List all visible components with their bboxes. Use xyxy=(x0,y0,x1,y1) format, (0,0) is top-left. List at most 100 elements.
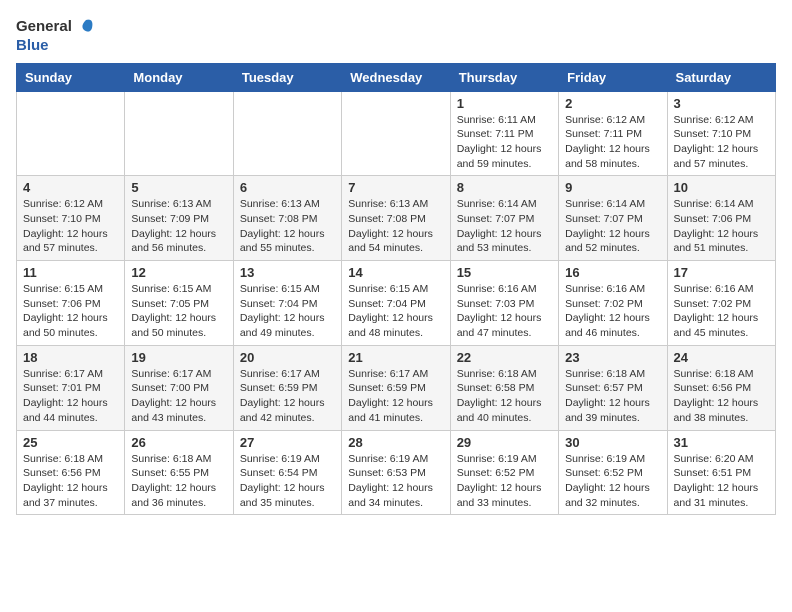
day-number: 3 xyxy=(674,96,769,111)
calendar-cell: 18 Sunrise: 6:17 AM Sunset: 7:01 PM Dayli… xyxy=(17,345,125,430)
day-number: 22 xyxy=(457,350,552,365)
day-info: Sunrise: 6:13 AM Sunset: 7:08 PM Dayligh… xyxy=(348,197,443,256)
day-info: Sunrise: 6:20 AM Sunset: 6:51 PM Dayligh… xyxy=(674,452,769,511)
day-number: 20 xyxy=(240,350,335,365)
day-number: 8 xyxy=(457,180,552,195)
day-info: Sunrise: 6:12 AM Sunset: 7:10 PM Dayligh… xyxy=(23,197,118,256)
day-info: Sunrise: 6:17 AM Sunset: 7:01 PM Dayligh… xyxy=(23,367,118,426)
page-container: General Blue SundayMondayTuesdayWednesda… xyxy=(16,16,776,515)
day-info: Sunrise: 6:15 AM Sunset: 7:04 PM Dayligh… xyxy=(240,282,335,341)
day-number: 15 xyxy=(457,265,552,280)
calendar-cell: 1Sunrise: 6:11 AM Sunset: 7:11 PM Daylig… xyxy=(450,91,558,176)
day-number: 19 xyxy=(131,350,226,365)
calendar-cell: 16 Sunrise: 6:16 AM Sunset: 7:02 PM Dayli… xyxy=(559,261,667,346)
logo-text: General Blue xyxy=(16,16,96,55)
day-info: Sunrise: 6:17 AM Sunset: 6:59 PM Dayligh… xyxy=(240,367,335,426)
calendar-cell: 6 Sunrise: 6:13 AM Sunset: 7:08 PM Daylig… xyxy=(233,176,341,261)
day-number: 12 xyxy=(131,265,226,280)
calendar-cell: 21Sunrise: 6:17 AM Sunset: 6:59 PM Dayli… xyxy=(342,345,450,430)
calendar-cell xyxy=(125,91,233,176)
day-info: Sunrise: 6:18 AM Sunset: 6:56 PM Dayligh… xyxy=(23,452,118,511)
logo-bird-icon xyxy=(74,16,96,38)
day-info: Sunrise: 6:14 AM Sunset: 7:06 PM Dayligh… xyxy=(674,197,769,256)
day-number: 18 xyxy=(23,350,118,365)
day-info: Sunrise: 6:17 AM Sunset: 7:00 PM Dayligh… xyxy=(131,367,226,426)
calendar-cell: 8 Sunrise: 6:14 AM Sunset: 7:07 PM Daylig… xyxy=(450,176,558,261)
calendar-week-row: 1Sunrise: 6:11 AM Sunset: 7:11 PM Daylig… xyxy=(17,91,776,176)
calendar-cell: 5 Sunrise: 6:13 AM Sunset: 7:09 PM Daylig… xyxy=(125,176,233,261)
calendar-cell xyxy=(342,91,450,176)
day-header-friday: Friday xyxy=(559,63,667,91)
day-number: 14 xyxy=(348,265,443,280)
calendar-table: SundayMondayTuesdayWednesdayThursdayFrid… xyxy=(16,63,776,516)
calendar-cell: 20 Sunrise: 6:17 AM Sunset: 6:59 PM Dayli… xyxy=(233,345,341,430)
day-info: Sunrise: 6:15 AM Sunset: 7:04 PM Dayligh… xyxy=(348,282,443,341)
day-info: Sunrise: 6:15 AM Sunset: 7:05 PM Dayligh… xyxy=(131,282,226,341)
day-header-thursday: Thursday xyxy=(450,63,558,91)
logo-general: General xyxy=(16,19,72,36)
day-number: 26 xyxy=(131,435,226,450)
calendar-cell: 17 Sunrise: 6:16 AM Sunset: 7:02 PM Dayli… xyxy=(667,261,775,346)
calendar-cell: 25Sunrise: 6:18 AM Sunset: 6:56 PM Dayli… xyxy=(17,430,125,515)
logo: General Blue xyxy=(16,16,96,55)
calendar-cell: 29Sunrise: 6:19 AM Sunset: 6:52 PM Dayli… xyxy=(450,430,558,515)
day-number: 17 xyxy=(674,265,769,280)
day-info: Sunrise: 6:11 AM Sunset: 7:11 PM Dayligh… xyxy=(457,113,552,172)
day-info: Sunrise: 6:14 AM Sunset: 7:07 PM Dayligh… xyxy=(457,197,552,256)
day-number: 4 xyxy=(23,180,118,195)
calendar-cell: 9 Sunrise: 6:14 AM Sunset: 7:07 PM Daylig… xyxy=(559,176,667,261)
day-info: Sunrise: 6:18 AM Sunset: 6:56 PM Dayligh… xyxy=(674,367,769,426)
day-number: 16 xyxy=(565,265,660,280)
calendar-cell: 11 Sunrise: 6:15 AM Sunset: 7:06 PM Dayli… xyxy=(17,261,125,346)
calendar-cell: 26 Sunrise: 6:18 AM Sunset: 6:55 PM Dayli… xyxy=(125,430,233,515)
day-number: 31 xyxy=(674,435,769,450)
day-number: 2 xyxy=(565,96,660,111)
calendar-cell: 13 Sunrise: 6:15 AM Sunset: 7:04 PM Dayli… xyxy=(233,261,341,346)
day-header-monday: Monday xyxy=(125,63,233,91)
day-info: Sunrise: 6:14 AM Sunset: 7:07 PM Dayligh… xyxy=(565,197,660,256)
day-header-saturday: Saturday xyxy=(667,63,775,91)
day-info: Sunrise: 6:13 AM Sunset: 7:09 PM Dayligh… xyxy=(131,197,226,256)
calendar-week-row: 18 Sunrise: 6:17 AM Sunset: 7:01 PM Dayli… xyxy=(17,345,776,430)
calendar-cell: 24 Sunrise: 6:18 AM Sunset: 6:56 PM Dayli… xyxy=(667,345,775,430)
day-info: Sunrise: 6:13 AM Sunset: 7:08 PM Dayligh… xyxy=(240,197,335,256)
calendar-cell: 4 Sunrise: 6:12 AM Sunset: 7:10 PM Daylig… xyxy=(17,176,125,261)
calendar-cell: 12 Sunrise: 6:15 AM Sunset: 7:05 PM Dayli… xyxy=(125,261,233,346)
calendar-week-row: 25Sunrise: 6:18 AM Sunset: 6:56 PM Dayli… xyxy=(17,430,776,515)
calendar-week-row: 11 Sunrise: 6:15 AM Sunset: 7:06 PM Dayli… xyxy=(17,261,776,346)
day-number: 27 xyxy=(240,435,335,450)
day-number: 5 xyxy=(131,180,226,195)
day-info: Sunrise: 6:12 AM Sunset: 7:11 PM Dayligh… xyxy=(565,113,660,172)
day-info: Sunrise: 6:18 AM Sunset: 6:55 PM Dayligh… xyxy=(131,452,226,511)
day-info: Sunrise: 6:16 AM Sunset: 7:02 PM Dayligh… xyxy=(565,282,660,341)
day-info: Sunrise: 6:16 AM Sunset: 7:02 PM Dayligh… xyxy=(674,282,769,341)
calendar-cell: 27Sunrise: 6:19 AM Sunset: 6:54 PM Dayli… xyxy=(233,430,341,515)
day-number: 29 xyxy=(457,435,552,450)
day-header-sunday: Sunday xyxy=(17,63,125,91)
calendar-cell: 3Sunrise: 6:12 AM Sunset: 7:10 PM Daylig… xyxy=(667,91,775,176)
day-info: Sunrise: 6:17 AM Sunset: 6:59 PM Dayligh… xyxy=(348,367,443,426)
calendar-cell: 31 Sunrise: 6:20 AM Sunset: 6:51 PM Dayli… xyxy=(667,430,775,515)
calendar-cell: 28Sunrise: 6:19 AM Sunset: 6:53 PM Dayli… xyxy=(342,430,450,515)
calendar-cell: 10Sunrise: 6:14 AM Sunset: 7:06 PM Dayli… xyxy=(667,176,775,261)
calendar-cell: 2 Sunrise: 6:12 AM Sunset: 7:11 PM Daylig… xyxy=(559,91,667,176)
calendar-week-row: 4 Sunrise: 6:12 AM Sunset: 7:10 PM Daylig… xyxy=(17,176,776,261)
calendar-cell: 7Sunrise: 6:13 AM Sunset: 7:08 PM Daylig… xyxy=(342,176,450,261)
calendar-cell: 19 Sunrise: 6:17 AM Sunset: 7:00 PM Dayli… xyxy=(125,345,233,430)
day-info: Sunrise: 6:18 AM Sunset: 6:57 PM Dayligh… xyxy=(565,367,660,426)
calendar-cell xyxy=(233,91,341,176)
day-number: 24 xyxy=(674,350,769,365)
day-number: 6 xyxy=(240,180,335,195)
day-number: 11 xyxy=(23,265,118,280)
calendar-cell: 22 Sunrise: 6:18 AM Sunset: 6:58 PM Dayli… xyxy=(450,345,558,430)
day-info: Sunrise: 6:18 AM Sunset: 6:58 PM Dayligh… xyxy=(457,367,552,426)
day-number: 28 xyxy=(348,435,443,450)
day-header-tuesday: Tuesday xyxy=(233,63,341,91)
calendar-cell xyxy=(17,91,125,176)
day-number: 9 xyxy=(565,180,660,195)
day-number: 13 xyxy=(240,265,335,280)
calendar-cell: 15Sunrise: 6:16 AM Sunset: 7:03 PM Dayli… xyxy=(450,261,558,346)
day-info: Sunrise: 6:15 AM Sunset: 7:06 PM Dayligh… xyxy=(23,282,118,341)
day-number: 30 xyxy=(565,435,660,450)
calendar-cell: 14 Sunrise: 6:15 AM Sunset: 7:04 PM Dayli… xyxy=(342,261,450,346)
